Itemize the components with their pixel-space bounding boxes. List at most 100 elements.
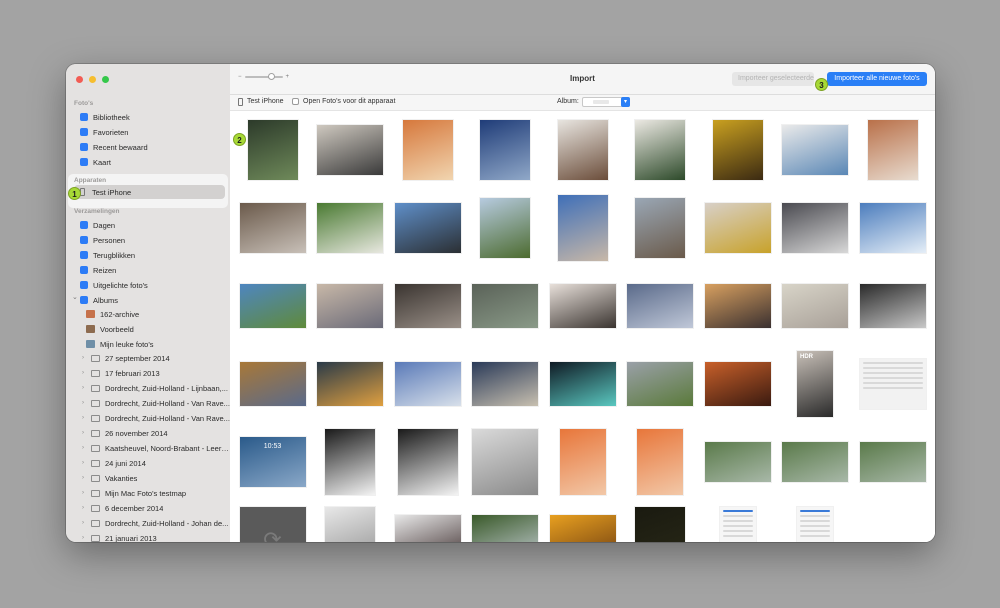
sidebar-item-folder[interactable]: › Dordrecht, Zuid-Holland - Van Rave... (66, 411, 230, 425)
photo-thumbnail[interactable] (782, 125, 848, 175)
photo-thumbnail[interactable] (247, 120, 298, 180)
photo-cell[interactable] (467, 267, 544, 345)
photo-cell[interactable] (312, 267, 389, 345)
photo-cell[interactable] (777, 501, 854, 542)
photo-cell[interactable] (234, 189, 311, 267)
photo-cell[interactable] (699, 189, 776, 267)
sidebar-item-folder[interactable]: › Dordrecht, Zuid-Holland - Lijnbaan,... (66, 381, 230, 395)
photo-thumbnail[interactable] (719, 507, 756, 542)
photo-cell[interactable] (544, 267, 621, 345)
photo-cell[interactable] (234, 345, 311, 423)
sidebar-item-folder[interactable]: › Dordrecht, Zuid-Holland - Van Rave... (66, 396, 230, 410)
sidebar-item-reizen[interactable]: Reizen (66, 263, 230, 277)
photo-cell[interactable] (312, 423, 389, 501)
sidebar-item-personen[interactable]: Personen (66, 233, 230, 247)
chevron-down-icon[interactable]: ⌄ (72, 293, 78, 301)
sidebar-item-folder[interactable]: › 21 januari 2013 (66, 531, 230, 543)
photo-thumbnail[interactable] (704, 203, 771, 253)
photo-cell[interactable] (389, 267, 466, 345)
open-photos-checkbox[interactable] (292, 98, 299, 105)
photo-cell[interactable] (544, 111, 621, 189)
chevron-right-icon[interactable]: › (82, 520, 87, 526)
sidebar-item-favorieten[interactable]: Favorieten (66, 125, 230, 139)
photo-thumbnail[interactable] (480, 120, 530, 180)
photo-thumbnail[interactable] (239, 203, 306, 253)
photo-cell[interactable] (854, 111, 931, 189)
photo-thumbnail[interactable] (397, 429, 458, 495)
open-photos-label[interactable]: Open Foto's voor dit apparaat (303, 98, 395, 105)
photo-thumbnail[interactable] (627, 362, 693, 406)
photo-cell[interactable] (777, 267, 854, 345)
chevron-right-icon[interactable]: › (82, 370, 87, 376)
chevron-right-icon[interactable]: › (82, 535, 87, 541)
photo-thumbnail[interactable] (394, 284, 461, 328)
photo-cell[interactable]: HDR (777, 345, 854, 423)
import-all-button[interactable]: Importeer alle nieuwe foto's (827, 72, 927, 86)
sidebar-item-folder[interactable]: › Dordrecht, Zuid-Holland - Johan de... (66, 516, 230, 530)
photo-thumbnail[interactable] (472, 362, 538, 406)
photo-cell[interactable] (467, 345, 544, 423)
sidebar-item-folder[interactable]: › 6 december 2014 (66, 501, 230, 515)
sidebar-item-folder[interactable]: › Kaatsheuvel, Noord-Brabant - Leers... (66, 441, 230, 455)
photo-cell[interactable] (389, 189, 466, 267)
minimize-button[interactable] (89, 76, 96, 83)
photo-thumbnail[interactable] (472, 429, 538, 495)
photo-cell[interactable]: ⟳ (234, 501, 311, 542)
photo-cell[interactable] (544, 345, 621, 423)
sidebar-item-folder[interactable]: › Vakanties (66, 471, 230, 485)
sidebar-item-folder[interactable]: › 27 september 2014 (66, 351, 230, 365)
photo-thumbnail[interactable] (549, 515, 616, 542)
import-selected-button[interactable]: Importeer geselecteerde (732, 72, 814, 86)
photo-thumbnail[interactable] (317, 284, 383, 328)
photo-cell[interactable] (234, 267, 311, 345)
sidebar-item-test-iphone[interactable]: Test iPhone (66, 185, 230, 199)
photo-thumbnail[interactable] (394, 362, 461, 406)
photo-cell[interactable] (389, 501, 466, 542)
sidebar-item-folder[interactable]: › 24 juni 2014 (66, 456, 230, 470)
chevron-right-icon[interactable]: › (82, 355, 87, 361)
photo-thumbnail[interactable] (317, 362, 383, 406)
sidebar-item-uitgelichte-foto-s[interactable]: Uitgelichte foto's (66, 278, 230, 292)
photo-thumbnail[interactable] (859, 359, 926, 409)
sidebar-item-kaart[interactable]: Kaart (66, 155, 230, 169)
photo-thumbnail[interactable] (637, 429, 683, 495)
photo-cell[interactable] (389, 111, 466, 189)
photo-cell[interactable]: 10:53 (234, 423, 311, 501)
photo-thumbnail[interactable] (472, 515, 538, 542)
photo-cell[interactable] (699, 501, 776, 542)
photo-thumbnail[interactable] (557, 195, 608, 261)
chevron-right-icon[interactable]: › (82, 475, 87, 481)
sidebar-item-dagen[interactable]: Dagen (66, 218, 230, 232)
photo-thumbnail[interactable] (549, 362, 616, 406)
photo-cell[interactable] (622, 345, 699, 423)
photo-cell[interactable] (699, 111, 776, 189)
photo-thumbnail[interactable] (712, 120, 763, 180)
photo-cell[interactable] (622, 423, 699, 501)
sidebar-item-albums[interactable]: Albums ⌄ (66, 293, 230, 307)
photo-cell[interactable] (544, 501, 621, 542)
chevron-right-icon[interactable]: › (82, 430, 87, 436)
photo-thumbnail[interactable] (402, 120, 453, 180)
photo-cell[interactable] (234, 111, 311, 189)
photo-cell[interactable] (312, 111, 389, 189)
sidebar-item-album[interactable]: 162-archive (66, 307, 230, 321)
photo-thumbnail[interactable] (635, 198, 685, 258)
sidebar-item-folder[interactable]: › 26 november 2014 (66, 426, 230, 440)
chevron-right-icon[interactable]: › (82, 490, 87, 496)
photo-thumbnail[interactable] (394, 515, 461, 542)
photo-thumbnail[interactable] (635, 507, 685, 542)
photo-thumbnail[interactable] (704, 362, 771, 406)
photo-thumbnail[interactable]: 10:53 (239, 437, 306, 487)
sidebar-item-album[interactable]: Voorbeeld (66, 322, 230, 336)
chevron-right-icon[interactable]: › (82, 460, 87, 466)
sidebar-item-recent-bewaard[interactable]: Recent bewaard (66, 140, 230, 154)
sidebar-item-folder[interactable]: › Mijn Mac Foto's testmap (66, 486, 230, 500)
photo-thumbnail[interactable] (704, 442, 771, 482)
photo-cell[interactable] (622, 189, 699, 267)
chevron-right-icon[interactable]: › (82, 400, 87, 406)
photo-thumbnail[interactable] (635, 120, 685, 180)
photo-thumbnail[interactable] (325, 507, 375, 542)
photo-thumbnail[interactable] (704, 284, 771, 328)
photo-cell[interactable] (777, 111, 854, 189)
sidebar-item-bibliotheek[interactable]: Bibliotheek (66, 110, 230, 124)
